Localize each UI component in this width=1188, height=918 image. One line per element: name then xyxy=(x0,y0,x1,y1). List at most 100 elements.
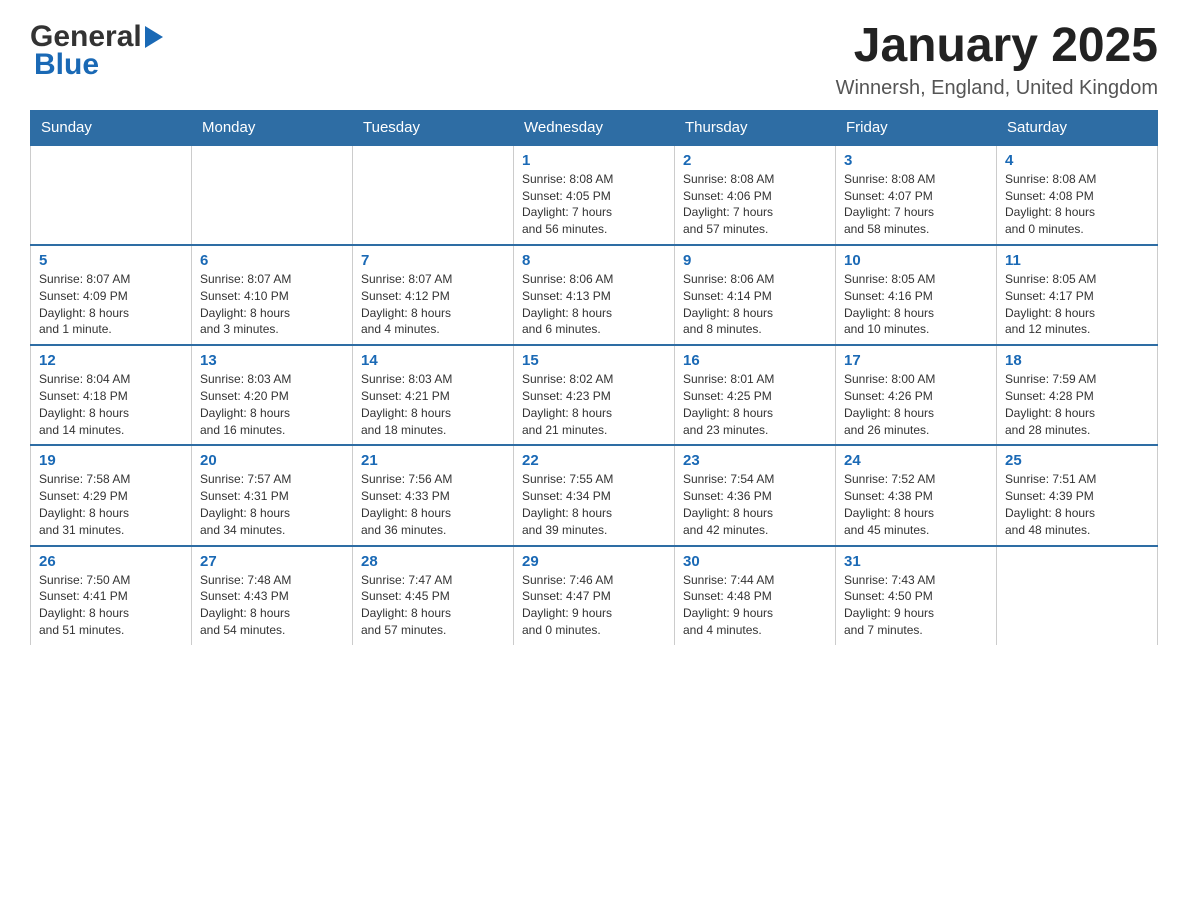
day-info: Sunrise: 8:08 AM Sunset: 4:07 PM Dayligh… xyxy=(844,171,988,238)
weekday-header-wednesday: Wednesday xyxy=(514,110,675,145)
calendar-cell xyxy=(353,145,514,245)
calendar-week-row: 1 Sunrise: 8:08 AM Sunset: 4:05 PM Daylig… xyxy=(31,145,1158,245)
calendar-cell: 3 Sunrise: 8:08 AM Sunset: 4:07 PM Daylig… xyxy=(836,145,997,245)
calendar-cell: 11 Sunrise: 8:05 AM Sunset: 4:17 PM Dayli… xyxy=(997,245,1158,345)
title-block: January 2025 Winnersh, England, United K… xyxy=(836,20,1158,100)
weekday-header-row: SundayMondayTuesdayWednesdayThursdayFrid… xyxy=(31,110,1158,145)
calendar-cell: 16 Sunrise: 8:01 AM Sunset: 4:25 PM Dayli… xyxy=(675,345,836,445)
calendar-cell: 30Sunrise: 7:44 AM Sunset: 4:48 PM Dayli… xyxy=(675,546,836,645)
day-info: Sunrise: 8:03 AM Sunset: 4:21 PM Dayligh… xyxy=(361,371,505,438)
calendar-cell: 12 Sunrise: 8:04 AM Sunset: 4:18 PM Dayli… xyxy=(31,345,192,445)
day-info: Sunrise: 8:00 AM Sunset: 4:26 PM Dayligh… xyxy=(844,371,988,438)
calendar-cell: 7 Sunrise: 8:07 AM Sunset: 4:12 PM Daylig… xyxy=(353,245,514,345)
weekday-header-saturday: Saturday xyxy=(997,110,1158,145)
calendar-cell: 14 Sunrise: 8:03 AM Sunset: 4:21 PM Dayli… xyxy=(353,345,514,445)
calendar-cell: 25 Sunrise: 7:51 AM Sunset: 4:39 PM Dayli… xyxy=(997,445,1158,545)
day-number: 2 xyxy=(683,152,827,169)
day-info: Sunrise: 7:51 AM Sunset: 4:39 PM Dayligh… xyxy=(1005,471,1149,538)
day-info: Sunrise: 8:08 AM Sunset: 4:05 PM Dayligh… xyxy=(522,171,666,238)
day-info: Sunrise: 8:01 AM Sunset: 4:25 PM Dayligh… xyxy=(683,371,827,438)
page-header: General Blue January 2025 Winnersh, Engl… xyxy=(30,20,1158,100)
calendar-cell: 5 Sunrise: 8:07 AM Sunset: 4:09 PM Daylig… xyxy=(31,245,192,345)
day-number: 18 xyxy=(1005,352,1149,369)
day-number: 12 xyxy=(39,352,183,369)
day-number: 16 xyxy=(683,352,827,369)
logo: General Blue xyxy=(30,20,163,82)
day-info: Sunrise: 8:03 AM Sunset: 4:20 PM Dayligh… xyxy=(200,371,344,438)
day-number: 17 xyxy=(844,352,988,369)
day-info: Sunrise: 8:06 AM Sunset: 4:13 PM Dayligh… xyxy=(522,271,666,338)
day-number: 21 xyxy=(361,452,505,469)
day-number: 6 xyxy=(200,252,344,269)
weekday-header-monday: Monday xyxy=(192,110,353,145)
calendar-cell: 23Sunrise: 7:54 AM Sunset: 4:36 PM Dayli… xyxy=(675,445,836,545)
calendar-week-row: 19 Sunrise: 7:58 AM Sunset: 4:29 PM Dayli… xyxy=(31,445,1158,545)
day-number: 28 xyxy=(361,553,505,570)
calendar-cell: 26 Sunrise: 7:50 AM Sunset: 4:41 PM Dayli… xyxy=(31,546,192,645)
calendar-week-row: 12 Sunrise: 8:04 AM Sunset: 4:18 PM Dayli… xyxy=(31,345,1158,445)
calendar-cell: 28Sunrise: 7:47 AM Sunset: 4:45 PM Dayli… xyxy=(353,546,514,645)
day-number: 13 xyxy=(200,352,344,369)
calendar-cell: 24 Sunrise: 7:52 AM Sunset: 4:38 PM Dayli… xyxy=(836,445,997,545)
day-number: 7 xyxy=(361,252,505,269)
day-number: 14 xyxy=(361,352,505,369)
day-number: 26 xyxy=(39,553,183,570)
day-number: 11 xyxy=(1005,252,1149,269)
day-number: 19 xyxy=(39,452,183,469)
calendar-cell: 8 Sunrise: 8:06 AM Sunset: 4:13 PM Daylig… xyxy=(514,245,675,345)
day-info: Sunrise: 8:05 AM Sunset: 4:16 PM Dayligh… xyxy=(844,271,988,338)
day-number: 4 xyxy=(1005,152,1149,169)
day-number: 25 xyxy=(1005,452,1149,469)
day-number: 15 xyxy=(522,352,666,369)
calendar-week-row: 26 Sunrise: 7:50 AM Sunset: 4:41 PM Dayli… xyxy=(31,546,1158,645)
weekday-header-tuesday: Tuesday xyxy=(353,110,514,145)
day-number: 5 xyxy=(39,252,183,269)
calendar-cell xyxy=(192,145,353,245)
calendar-week-row: 5 Sunrise: 8:07 AM Sunset: 4:09 PM Daylig… xyxy=(31,245,1158,345)
day-info: Sunrise: 8:07 AM Sunset: 4:09 PM Dayligh… xyxy=(39,271,183,338)
day-number: 10 xyxy=(844,252,988,269)
day-info: Sunrise: 7:46 AM Sunset: 4:47 PM Dayligh… xyxy=(522,572,666,639)
calendar-table: SundayMondayTuesdayWednesdayThursdayFrid… xyxy=(30,110,1158,645)
day-number: 20 xyxy=(200,452,344,469)
calendar-cell xyxy=(997,546,1158,645)
day-info: Sunrise: 7:57 AM Sunset: 4:31 PM Dayligh… xyxy=(200,471,344,538)
day-number: 1 xyxy=(522,152,666,169)
day-info: Sunrise: 8:04 AM Sunset: 4:18 PM Dayligh… xyxy=(39,371,183,438)
calendar-cell: 1 Sunrise: 8:08 AM Sunset: 4:05 PM Daylig… xyxy=(514,145,675,245)
calendar-cell: 21Sunrise: 7:56 AM Sunset: 4:33 PM Dayli… xyxy=(353,445,514,545)
calendar-cell: 9Sunrise: 8:06 AM Sunset: 4:14 PM Daylig… xyxy=(675,245,836,345)
day-number: 29 xyxy=(522,553,666,570)
day-info: Sunrise: 8:05 AM Sunset: 4:17 PM Dayligh… xyxy=(1005,271,1149,338)
calendar-cell: 13 Sunrise: 8:03 AM Sunset: 4:20 PM Dayli… xyxy=(192,345,353,445)
calendar-cell: 10 Sunrise: 8:05 AM Sunset: 4:16 PM Dayli… xyxy=(836,245,997,345)
day-number: 24 xyxy=(844,452,988,469)
calendar-cell xyxy=(31,145,192,245)
calendar-cell: 31 Sunrise: 7:43 AM Sunset: 4:50 PM Dayli… xyxy=(836,546,997,645)
page-title: January 2025 xyxy=(836,20,1158,73)
calendar-cell: 15 Sunrise: 8:02 AM Sunset: 4:23 PM Dayli… xyxy=(514,345,675,445)
day-info: Sunrise: 8:07 AM Sunset: 4:12 PM Dayligh… xyxy=(361,271,505,338)
calendar-cell: 6Sunrise: 8:07 AM Sunset: 4:10 PM Daylig… xyxy=(192,245,353,345)
calendar-cell: 19 Sunrise: 7:58 AM Sunset: 4:29 PM Dayli… xyxy=(31,445,192,545)
calendar-cell: 27 Sunrise: 7:48 AM Sunset: 4:43 PM Dayli… xyxy=(192,546,353,645)
day-info: Sunrise: 7:44 AM Sunset: 4:48 PM Dayligh… xyxy=(683,572,827,639)
day-info: Sunrise: 7:48 AM Sunset: 4:43 PM Dayligh… xyxy=(200,572,344,639)
day-info: Sunrise: 7:50 AM Sunset: 4:41 PM Dayligh… xyxy=(39,572,183,639)
day-number: 8 xyxy=(522,252,666,269)
day-info: Sunrise: 7:55 AM Sunset: 4:34 PM Dayligh… xyxy=(522,471,666,538)
calendar-cell: 20 Sunrise: 7:57 AM Sunset: 4:31 PM Dayli… xyxy=(192,445,353,545)
calendar-cell: 22Sunrise: 7:55 AM Sunset: 4:34 PM Dayli… xyxy=(514,445,675,545)
day-info: Sunrise: 7:58 AM Sunset: 4:29 PM Dayligh… xyxy=(39,471,183,538)
day-info: Sunrise: 8:02 AM Sunset: 4:23 PM Dayligh… xyxy=(522,371,666,438)
day-info: Sunrise: 7:52 AM Sunset: 4:38 PM Dayligh… xyxy=(844,471,988,538)
day-number: 3 xyxy=(844,152,988,169)
day-number: 31 xyxy=(844,553,988,570)
day-info: Sunrise: 8:08 AM Sunset: 4:08 PM Dayligh… xyxy=(1005,171,1149,238)
logo-blue-text: Blue xyxy=(34,48,99,82)
calendar-cell: 29 Sunrise: 7:46 AM Sunset: 4:47 PM Dayli… xyxy=(514,546,675,645)
day-info: Sunrise: 7:43 AM Sunset: 4:50 PM Dayligh… xyxy=(844,572,988,639)
day-number: 27 xyxy=(200,553,344,570)
weekday-header-sunday: Sunday xyxy=(31,110,192,145)
weekday-header-thursday: Thursday xyxy=(675,110,836,145)
